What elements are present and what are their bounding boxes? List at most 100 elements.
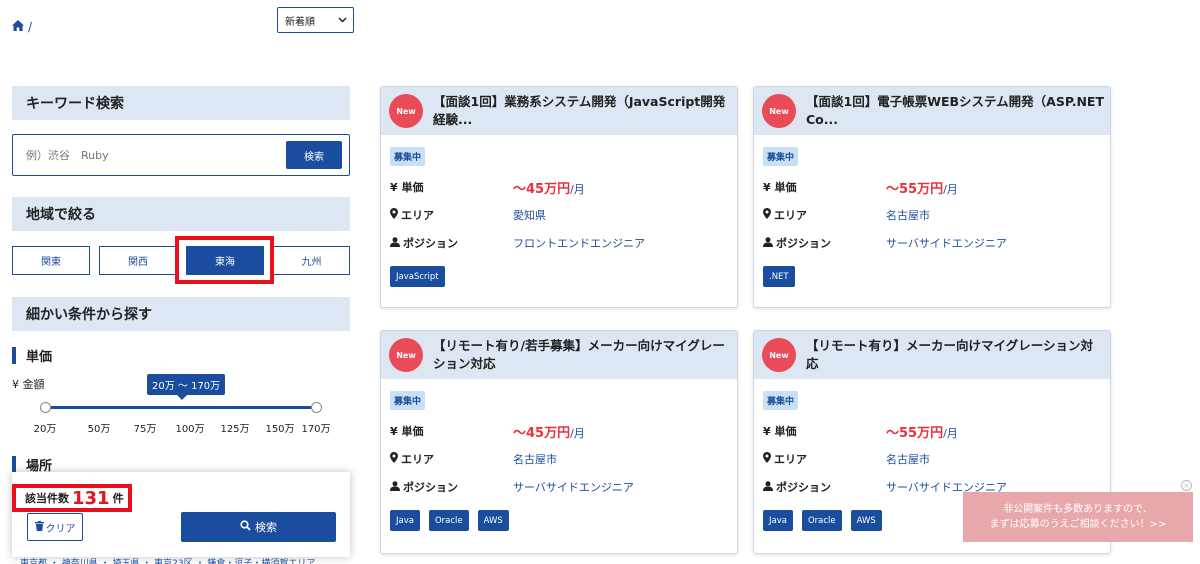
area-label: エリア <box>763 451 886 467</box>
range-tick: 125万 <box>220 424 250 435</box>
consultation-banner[interactable]: 非公開案件も多数ありますので、 まずは応募のうえご相談ください！>> <box>963 492 1193 542</box>
result-count: 該当件数 131 件 <box>12 484 132 512</box>
breadcrumb: / <box>12 20 32 34</box>
price-label: ¥ 単価 <box>390 181 424 194</box>
status-badge: 募集中 <box>390 391 426 410</box>
chevron-down-icon <box>338 15 347 26</box>
keyword-search-input[interactable] <box>26 148 246 162</box>
result-count-unit: 件 <box>112 492 124 505</box>
position-value: フロントエンドエンジニア <box>513 237 645 250</box>
job-card[interactable]: New 【リモート有り/若手募集】メーカー向けマイグレーション対応 募集中 ¥ … <box>380 330 738 554</box>
region-kanto-button[interactable]: 関東 <box>12 246 90 275</box>
clear-button[interactable]: クリア <box>27 513 83 541</box>
position-label: ポジション <box>763 235 886 251</box>
user-icon <box>763 480 773 494</box>
skill-tag[interactable]: AWS <box>477 510 509 531</box>
slider-max-handle[interactable] <box>311 402 322 413</box>
area-label: エリア <box>763 207 886 223</box>
trash-icon <box>34 520 44 534</box>
position-label: ポジション <box>390 479 513 495</box>
area-value: 名古屋市 <box>513 453 557 466</box>
price-section-label: 単価 <box>26 350 53 365</box>
position-label: ポジション <box>763 479 886 495</box>
card-header: New 【リモート有り/若手募集】メーカー向けマイグレーション対応 <box>381 331 737 379</box>
status-badge: 募集中 <box>390 147 426 166</box>
price-label: ¥ 単価 <box>763 181 797 194</box>
area-label: エリア <box>390 451 513 467</box>
range-tick: 150万 <box>265 424 295 435</box>
status-badge: 募集中 <box>763 147 799 166</box>
map-pin-icon <box>763 452 771 466</box>
skill-tag[interactable]: Java <box>763 510 793 531</box>
keyword-search-header: キーワード検索 <box>12 86 350 120</box>
area-value: 名古屋市 <box>886 453 930 466</box>
price-value: 〜55万円/月 <box>886 425 958 441</box>
price-value: 〜55万円/月 <box>886 181 958 197</box>
result-count-label: 該当件数 <box>25 492 69 505</box>
new-badge: New <box>389 338 423 372</box>
area-value: 名古屋市 <box>886 209 930 222</box>
skill-tag[interactable]: AWS <box>850 510 882 531</box>
search-icon <box>240 520 251 534</box>
user-icon <box>390 480 400 494</box>
range-tick: 170万 <box>301 424 331 435</box>
card-title[interactable]: 【リモート有り/若手募集】メーカー向けマイグレーション対応 <box>433 337 731 373</box>
skill-tag[interactable]: Oracle <box>801 510 842 531</box>
new-badge: New <box>389 94 423 128</box>
price-label: ¥ 単価 <box>763 425 797 438</box>
card-header: New 【面談1回】電子帳票WEBシステム開発（ASP.NET Co... <box>754 87 1110 135</box>
search-button-label: 検索 <box>255 521 277 534</box>
map-pin-icon <box>390 208 398 222</box>
section-bar <box>12 347 16 364</box>
section-bar <box>12 456 16 473</box>
close-icon[interactable]: × <box>1181 480 1192 491</box>
card-title[interactable]: 【面談1回】電子帳票WEBシステム開発（ASP.NET Co... <box>806 93 1104 129</box>
clear-button-label: クリア <box>45 523 76 535</box>
sort-select[interactable]: 新着順 <box>277 7 354 33</box>
area-label: エリア <box>390 207 513 223</box>
slider-min-handle[interactable] <box>40 402 51 413</box>
new-badge: New <box>762 338 796 372</box>
job-card[interactable]: New 【面談1回】業務系システム開発（JavaScript開発経験... 募集… <box>380 86 738 308</box>
user-icon <box>390 236 400 250</box>
map-pin-icon <box>763 208 771 222</box>
price-section-title: 単価 <box>12 346 52 365</box>
price-range-slider[interactable] <box>45 406 317 409</box>
search-button[interactable]: 検索 <box>181 512 336 542</box>
price-value: 〜45万円/月 <box>513 181 585 197</box>
range-tick: 50万 <box>87 424 111 435</box>
result-count-number: 131 <box>72 487 110 509</box>
range-tick: 20万 <box>33 424 57 435</box>
range-tooltip: 20万 〜 170万 <box>147 374 226 400</box>
home-icon[interactable] <box>12 20 24 34</box>
new-badge: New <box>762 94 796 128</box>
user-icon <box>763 236 773 250</box>
place-chips[interactable]: 東京都 ・ 神奈川県 ・ 埼玉県 ・ 東京23区 ・ 鎌倉・逗子・横須賀エリア <box>20 556 315 564</box>
highlight-frame <box>175 236 274 284</box>
region-kyushu-button[interactable]: 九州 <box>273 246 350 275</box>
position-label: ポジション <box>390 235 513 251</box>
card-header: New 【面談1回】業務系システム開発（JavaScript開発経験... <box>381 87 737 135</box>
map-pin-icon <box>390 452 398 466</box>
skill-tag[interactable]: Java <box>390 510 420 531</box>
banner-line-1: 非公開案件も多数ありますので、 <box>1003 504 1153 515</box>
price-label: ¥ 単価 <box>390 425 424 438</box>
skill-tag[interactable]: JavaScript <box>390 266 445 287</box>
status-badge: 募集中 <box>763 391 799 410</box>
breadcrumb-separator: / <box>28 20 33 34</box>
region-filter-header: 地域で絞る <box>12 197 350 231</box>
amount-label: ¥ 金額 <box>12 378 45 391</box>
price-value: 〜45万円/月 <box>513 425 585 441</box>
sort-selected-value: 新着順 <box>285 16 315 28</box>
range-tick: 75万 <box>133 424 157 435</box>
range-tick: 100万 <box>175 424 205 435</box>
keyword-search-button[interactable]: 検索 <box>286 141 342 169</box>
skill-tag[interactable]: .NET <box>763 266 795 287</box>
card-title[interactable]: 【面談1回】業務系システム開発（JavaScript開発経験... <box>433 93 731 129</box>
area-value: 愛知県 <box>513 209 546 222</box>
region-kansai-button[interactable]: 関西 <box>99 246 177 275</box>
card-title[interactable]: 【リモート有り】メーカー向けマイグレーション対応 <box>806 337 1104 373</box>
skill-tag[interactable]: Oracle <box>428 510 469 531</box>
banner-line-2: まずは応募のうえご相談ください！>> <box>989 519 1167 530</box>
job-card[interactable]: New 【面談1回】電子帳票WEBシステム開発（ASP.NET Co... 募集… <box>753 86 1111 308</box>
